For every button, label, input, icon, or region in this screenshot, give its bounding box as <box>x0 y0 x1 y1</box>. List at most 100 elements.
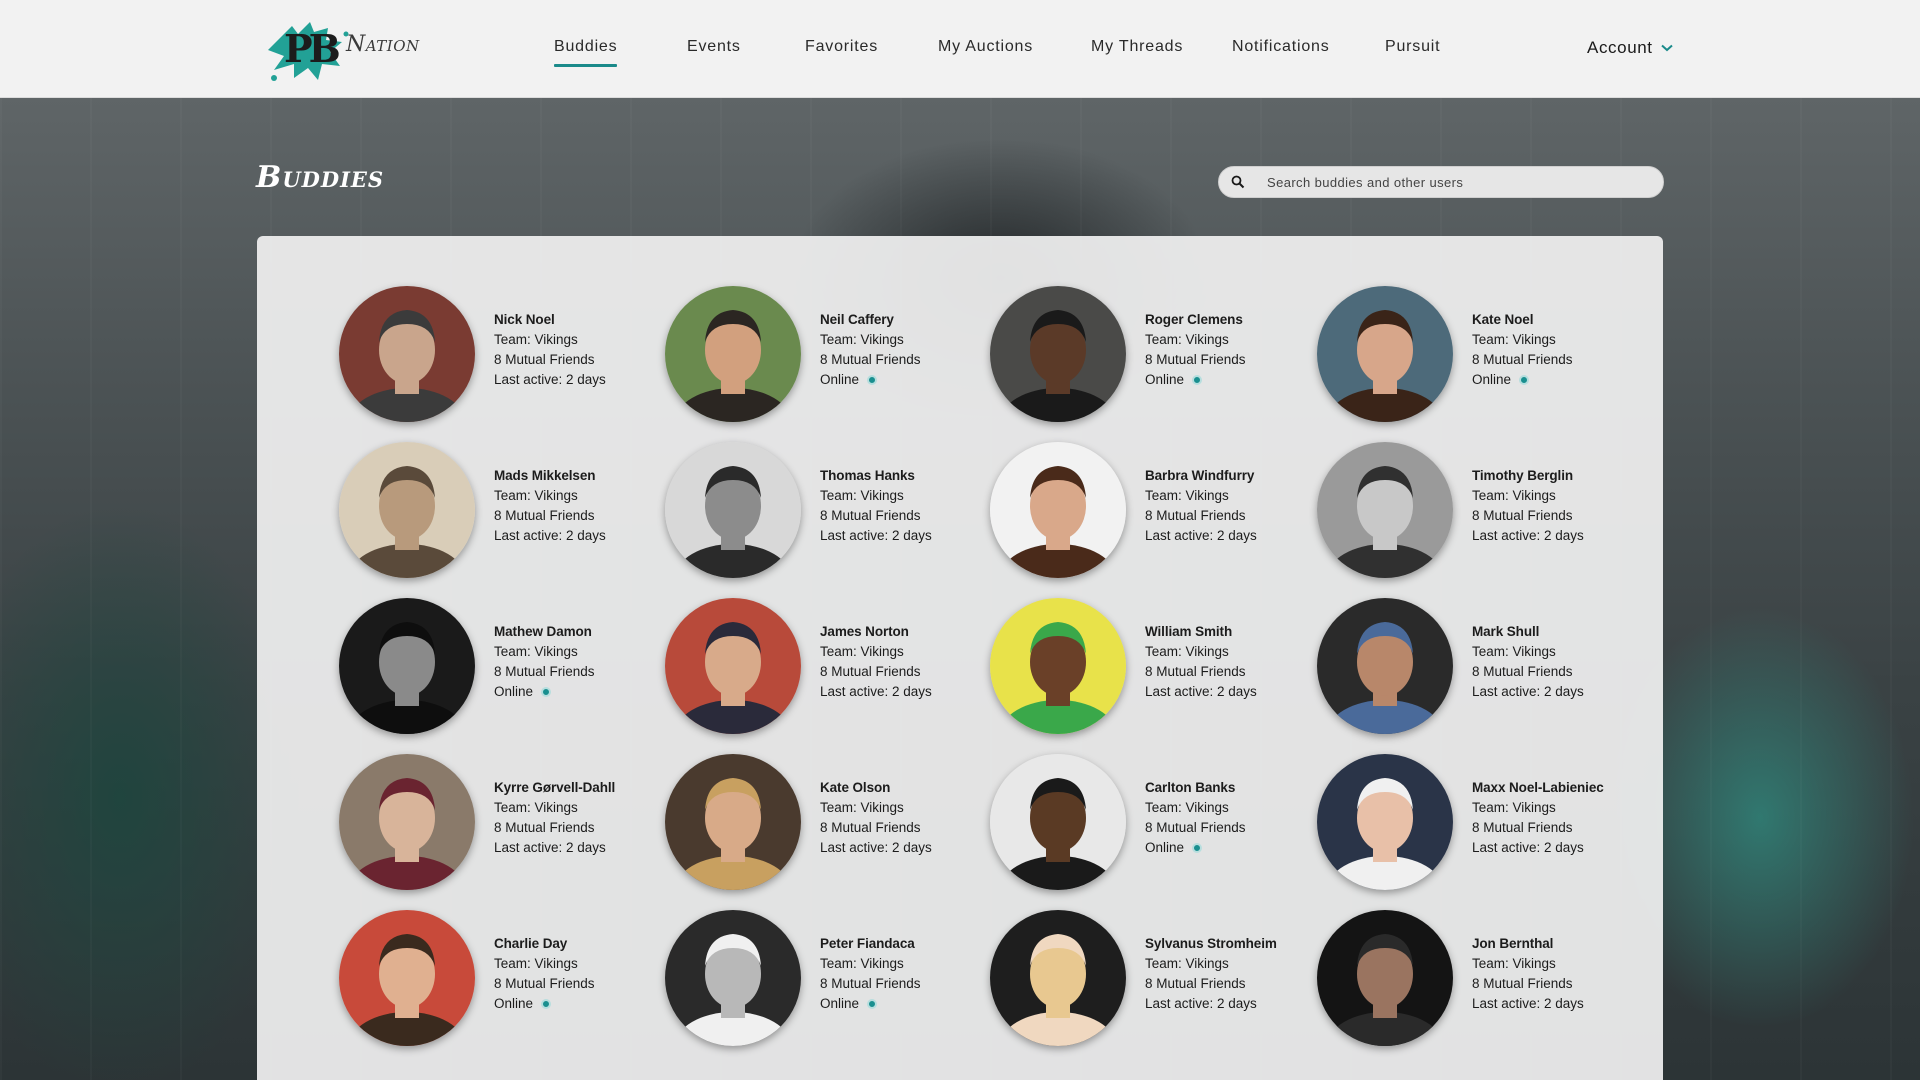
search-icon <box>1231 175 1245 189</box>
buddy-avatar[interactable] <box>339 754 475 890</box>
search-input[interactable] <box>1267 174 1627 190</box>
buddy-avatar[interactable] <box>1317 598 1453 734</box>
buddy-name[interactable]: James Norton <box>820 622 932 642</box>
buddy-card[interactable]: James Norton Team: Vikings 8 Mutual Frie… <box>665 598 985 738</box>
buddy-avatar[interactable] <box>339 598 475 734</box>
buddy-info: Maxx Noel-Labieniec Team: Vikings 8 Mutu… <box>1472 778 1604 858</box>
buddy-status: Online <box>1145 838 1246 858</box>
buddy-team: Team: Vikings <box>1472 800 1556 815</box>
buddy-name[interactable]: Charlie Day <box>494 934 595 954</box>
buddy-status-text: Last active: 2 days <box>494 840 606 855</box>
buddy-card[interactable]: Timothy Berglin Team: Vikings 8 Mutual F… <box>1317 442 1637 582</box>
buddy-status: Last active: 2 days <box>1472 526 1584 546</box>
nav-my-auctions[interactable]: My Auctions <box>938 38 1033 56</box>
buddy-mutual-friends: 8 Mutual Friends <box>820 352 921 367</box>
buddy-name[interactable]: Mads Mikkelsen <box>494 466 606 486</box>
buddy-avatar[interactable] <box>665 754 801 890</box>
buddy-name[interactable]: Carlton Banks <box>1145 778 1246 798</box>
buddy-avatar[interactable] <box>339 286 475 422</box>
buddy-card[interactable]: Jon Bernthal Team: Vikings 8 Mutual Frie… <box>1317 910 1637 1050</box>
buddy-name[interactable]: Thomas Hanks <box>820 466 932 486</box>
buddy-card[interactable]: Mads Mikkelsen Team: Vikings 8 Mutual Fr… <box>339 442 659 582</box>
buddy-name[interactable]: Peter Fiandaca <box>820 934 921 954</box>
buddy-team: Team: Vikings <box>494 488 578 503</box>
buddy-card[interactable]: Neil Caffery Team: Vikings 8 Mutual Frie… <box>665 286 985 426</box>
buddy-team: Team: Vikings <box>494 800 578 815</box>
buddy-name[interactable]: Kyrre Gørvell-Dahll <box>494 778 615 798</box>
buddy-card[interactable]: Barbra Windfurry Team: Vikings 8 Mutual … <box>990 442 1310 582</box>
buddy-avatar[interactable] <box>339 442 475 578</box>
buddy-avatar[interactable] <box>665 910 801 1046</box>
buddy-avatar[interactable] <box>1317 286 1453 422</box>
site-logo[interactable]: PB Nation <box>268 14 428 88</box>
buddy-card[interactable]: Kate Noel Team: Vikings 8 Mutual Friends… <box>1317 286 1637 426</box>
buddy-status-text: Online <box>820 372 860 387</box>
buddy-avatar[interactable] <box>1317 754 1453 890</box>
buddy-card[interactable]: Kyrre Gørvell-Dahll Team: Vikings 8 Mutu… <box>339 754 659 894</box>
buddy-avatar[interactable] <box>990 286 1126 422</box>
buddy-card[interactable]: Charlie Day Team: Vikings 8 Mutual Frien… <box>339 910 659 1050</box>
buddy-avatar[interactable] <box>990 754 1126 890</box>
nav-favorites[interactable]: Favorites <box>805 38 878 56</box>
buddy-avatar[interactable] <box>990 910 1126 1046</box>
online-indicator-icon <box>867 375 878 385</box>
buddy-name[interactable]: Mathew Damon <box>494 622 595 642</box>
buddy-name[interactable]: Barbra Windfurry <box>1145 466 1257 486</box>
buddy-card[interactable]: Sylvanus Stromheim Team: Vikings 8 Mutua… <box>990 910 1310 1050</box>
buddy-name[interactable]: Timothy Berglin <box>1472 466 1584 486</box>
buddy-avatar[interactable] <box>1317 442 1453 578</box>
buddy-name[interactable]: Neil Caffery <box>820 310 921 330</box>
buddy-name[interactable]: Maxx Noel-Labieniec <box>1472 778 1604 798</box>
buddy-info: Kate Noel Team: Vikings 8 Mutual Friends… <box>1472 310 1573 390</box>
buddy-card[interactable]: Maxx Noel-Labieniec Team: Vikings 8 Mutu… <box>1317 754 1637 894</box>
buddy-name[interactable]: Roger Clemens <box>1145 310 1246 330</box>
online-indicator-icon <box>541 999 552 1009</box>
buddy-card[interactable]: Peter Fiandaca Team: Vikings 8 Mutual Fr… <box>665 910 985 1050</box>
nav-events[interactable]: Events <box>687 38 741 56</box>
buddy-team: Team: Vikings <box>494 644 578 659</box>
buddy-mutual-friends: 8 Mutual Friends <box>1145 508 1246 523</box>
nav-buddies[interactable]: Buddies <box>554 38 618 67</box>
buddy-status-text: Last active: 2 days <box>1145 996 1257 1011</box>
buddy-card[interactable]: Carlton Banks Team: Vikings 8 Mutual Fri… <box>990 754 1310 894</box>
buddy-avatar[interactable] <box>665 598 801 734</box>
buddy-status-text: Last active: 2 days <box>1472 684 1584 699</box>
buddy-card[interactable]: William Smith Team: Vikings 8 Mutual Fri… <box>990 598 1310 738</box>
buddy-status: Last active: 2 days <box>494 526 606 546</box>
buddy-name[interactable]: Jon Bernthal <box>1472 934 1584 954</box>
buddy-card[interactable]: Nick Noel Team: Vikings 8 Mutual Friends… <box>339 286 659 426</box>
buddy-name[interactable]: Mark Shull <box>1472 622 1584 642</box>
buddy-avatar[interactable] <box>665 286 801 422</box>
search-bar[interactable] <box>1218 166 1664 198</box>
buddy-status: Last active: 2 days <box>820 682 932 702</box>
buddy-name[interactable]: Kate Olson <box>820 778 932 798</box>
logo-pb-text: PB <box>284 26 341 71</box>
buddy-avatar[interactable] <box>339 910 475 1046</box>
nav-pursuit[interactable]: Pursuit <box>1385 38 1440 56</box>
buddy-status-text: Last active: 2 days <box>820 840 932 855</box>
buddy-card[interactable]: Mark Shull Team: Vikings 8 Mutual Friend… <box>1317 598 1637 738</box>
buddy-name[interactable]: Nick Noel <box>494 310 606 330</box>
nav-notifications[interactable]: Notifications <box>1232 38 1330 56</box>
buddy-card[interactable]: Kate Olson Team: Vikings 8 Mutual Friend… <box>665 754 985 894</box>
buddy-mutual-friends: 8 Mutual Friends <box>820 508 921 523</box>
buddy-avatar[interactable] <box>990 442 1126 578</box>
buddy-status: Last active: 2 days <box>1472 838 1604 858</box>
buddy-avatar[interactable] <box>990 598 1126 734</box>
buddy-avatar[interactable] <box>1317 910 1453 1046</box>
account-menu[interactable]: Account <box>1587 38 1673 58</box>
buddy-team: Team: Vikings <box>494 332 578 347</box>
buddy-status: Last active: 2 days <box>494 838 615 858</box>
buddy-name[interactable]: Sylvanus Stromheim <box>1145 934 1277 954</box>
buddy-name[interactable]: Kate Noel <box>1472 310 1573 330</box>
buddy-status-text: Last active: 2 days <box>1472 996 1584 1011</box>
nav-my-threads[interactable]: My Threads <box>1091 38 1183 56</box>
buddy-card[interactable]: Roger Clemens Team: Vikings 8 Mutual Fri… <box>990 286 1310 426</box>
buddy-name[interactable]: William Smith <box>1145 622 1257 642</box>
buddy-status: Online <box>1145 370 1246 390</box>
buddy-card[interactable]: Thomas Hanks Team: Vikings 8 Mutual Frie… <box>665 442 985 582</box>
buddy-info: Charlie Day Team: Vikings 8 Mutual Frien… <box>494 934 595 1014</box>
buddy-avatar[interactable] <box>665 442 801 578</box>
online-indicator-icon <box>1519 375 1530 385</box>
buddy-card[interactable]: Mathew Damon Team: Vikings 8 Mutual Frie… <box>339 598 659 738</box>
